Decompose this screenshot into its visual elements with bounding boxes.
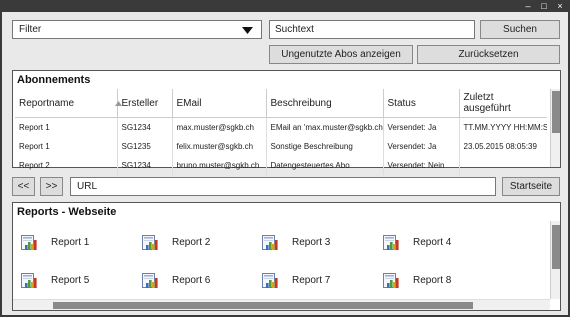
report-link[interactable]: Report 3 — [262, 231, 330, 253]
report-link-label: Report 8 — [413, 274, 452, 286]
scrollbar-thumb[interactable] — [552, 225, 560, 269]
reports-webpage-panel: Reports - Webseite Report 1 Report 2 Repor… — [12, 202, 561, 311]
cell-reportname: Report 1 — [19, 141, 50, 151]
cell-beschreibung: Sonstige Beschreibung — [265, 136, 383, 156]
column-header-ersteller[interactable]: Ersteller — [116, 89, 172, 118]
reports-horizontal-scrollbar[interactable] — [13, 299, 550, 310]
close-icon[interactable]: × — [554, 2, 566, 12]
chevron-down-icon — [242, 27, 253, 34]
table-row[interactable]: Report 1 SG1234 max.muster@sgkb.ch EMail… — [15, 117, 547, 137]
report-chart-icon — [21, 272, 38, 289]
column-header-label: Reportname — [19, 97, 75, 109]
cell-last-run: 23.05.2015 08:05:39 — [458, 136, 547, 156]
back-button[interactable]: << — [12, 177, 35, 196]
cell-status: Versendet: Nein — [382, 155, 459, 175]
table-header-row: Reportname Ersteller EMail Beschreibung … — [15, 89, 547, 118]
cell-beschreibung: EMail an 'max.muster@sgkb.ch' — [265, 117, 383, 137]
reports-vertical-scrollbar[interactable] — [550, 221, 560, 299]
cell-ersteller: SG1234 — [116, 155, 172, 175]
cell-beschreibung: Datengesteuertes Abo — [265, 155, 383, 175]
column-header-last-run[interactable]: Zuletzt ausgeführt — [458, 89, 547, 118]
forward-button[interactable]: >> — [40, 177, 63, 196]
report-link[interactable]: Report 1 — [21, 231, 89, 253]
report-link[interactable]: Report 2 — [142, 231, 210, 253]
report-link-label: Report 1 — [51, 236, 90, 248]
scrollbar-thumb[interactable] — [53, 302, 473, 309]
subscriptions-table: Reportname Ersteller EMail Beschreibung … — [15, 89, 547, 175]
report-chart-icon — [383, 272, 400, 289]
cell-status: Versendet: Ja — [382, 136, 459, 156]
report-link-label: Report 4 — [413, 236, 452, 248]
filter-dropdown[interactable]: Filter — [12, 20, 262, 39]
table-row[interactable]: Report 1 SG1235 felix.muster@sgkb.ch Son… — [15, 136, 547, 156]
subscriptions-title: Abonnements — [17, 74, 91, 86]
cell-reportname: Report 2 — [19, 160, 50, 170]
cell-last-run — [458, 155, 547, 175]
report-link-label: Report 7 — [292, 274, 331, 286]
report-link[interactable]: Report 5 — [21, 269, 89, 291]
report-link[interactable]: Report 6 — [142, 269, 210, 291]
report-link-label: Report 6 — [172, 274, 211, 286]
column-header-beschreibung[interactable]: Beschreibung — [265, 89, 383, 118]
report-link-label: Report 2 — [172, 236, 211, 248]
url-input-value: URL — [77, 181, 98, 192]
url-input[interactable]: URL — [70, 177, 496, 196]
report-chart-icon — [262, 234, 279, 251]
reset-button[interactable]: Zurücksetzen — [417, 45, 560, 64]
cell-last-run: TT.MM.YYYY HH:MM:SS — [458, 117, 547, 137]
filter-value: Filter — [19, 24, 42, 35]
search-button[interactable]: Suchen — [480, 20, 560, 39]
cell-email: bruno.muster@sgkb.ch — [171, 155, 266, 175]
reports-webpage-title: Reports - Webseite — [17, 206, 117, 218]
report-link[interactable]: Report 7 — [262, 269, 330, 291]
title-bar: – □ × — [2, 2, 568, 12]
search-input-value: Suchtext — [275, 24, 314, 35]
report-chart-icon — [383, 234, 400, 251]
cell-email: felix.muster@sgkb.ch — [171, 136, 266, 156]
show-unused-subscriptions-button[interactable]: Ungenutzte Abos anzeigen — [269, 45, 413, 64]
report-chart-icon — [142, 272, 159, 289]
column-header-email[interactable]: EMail — [171, 89, 266, 118]
subscriptions-vertical-scrollbar[interactable] — [550, 89, 560, 167]
report-chart-icon — [142, 234, 159, 251]
report-chart-icon — [21, 234, 38, 251]
report-link[interactable]: Report 8 — [383, 269, 451, 291]
subscriptions-panel: Abonnements Reportname Ersteller EMail B… — [12, 70, 561, 175]
report-link-label: Report 5 — [51, 274, 90, 286]
search-input[interactable]: Suchtext — [269, 20, 475, 39]
sort-ascending-icon — [114, 100, 122, 106]
scrollbar-thumb[interactable] — [552, 91, 560, 133]
app-window: – □ × Filter Suchtext Suchen Ungenutzte … — [0, 0, 570, 317]
table-row[interactable]: Report 2 SG1234 bruno.muster@sgkb.ch Dat… — [15, 155, 547, 175]
report-link[interactable]: Report 4 — [383, 231, 451, 253]
minimize-icon[interactable]: – — [522, 2, 534, 12]
cell-email: max.muster@sgkb.ch — [171, 117, 266, 137]
cell-status: Versendet: Ja — [382, 117, 459, 137]
report-chart-icon — [262, 272, 279, 289]
column-header-reportname[interactable]: Reportname — [15, 89, 122, 118]
home-page-button[interactable]: Startseite — [502, 177, 560, 196]
cell-ersteller: SG1234 — [116, 117, 172, 137]
cell-reportname: Report 1 — [19, 122, 50, 132]
column-header-status[interactable]: Status — [382, 89, 459, 118]
report-link-label: Report 3 — [292, 236, 331, 248]
cell-ersteller: SG1235 — [116, 136, 172, 156]
maximize-icon[interactable]: □ — [538, 2, 550, 12]
